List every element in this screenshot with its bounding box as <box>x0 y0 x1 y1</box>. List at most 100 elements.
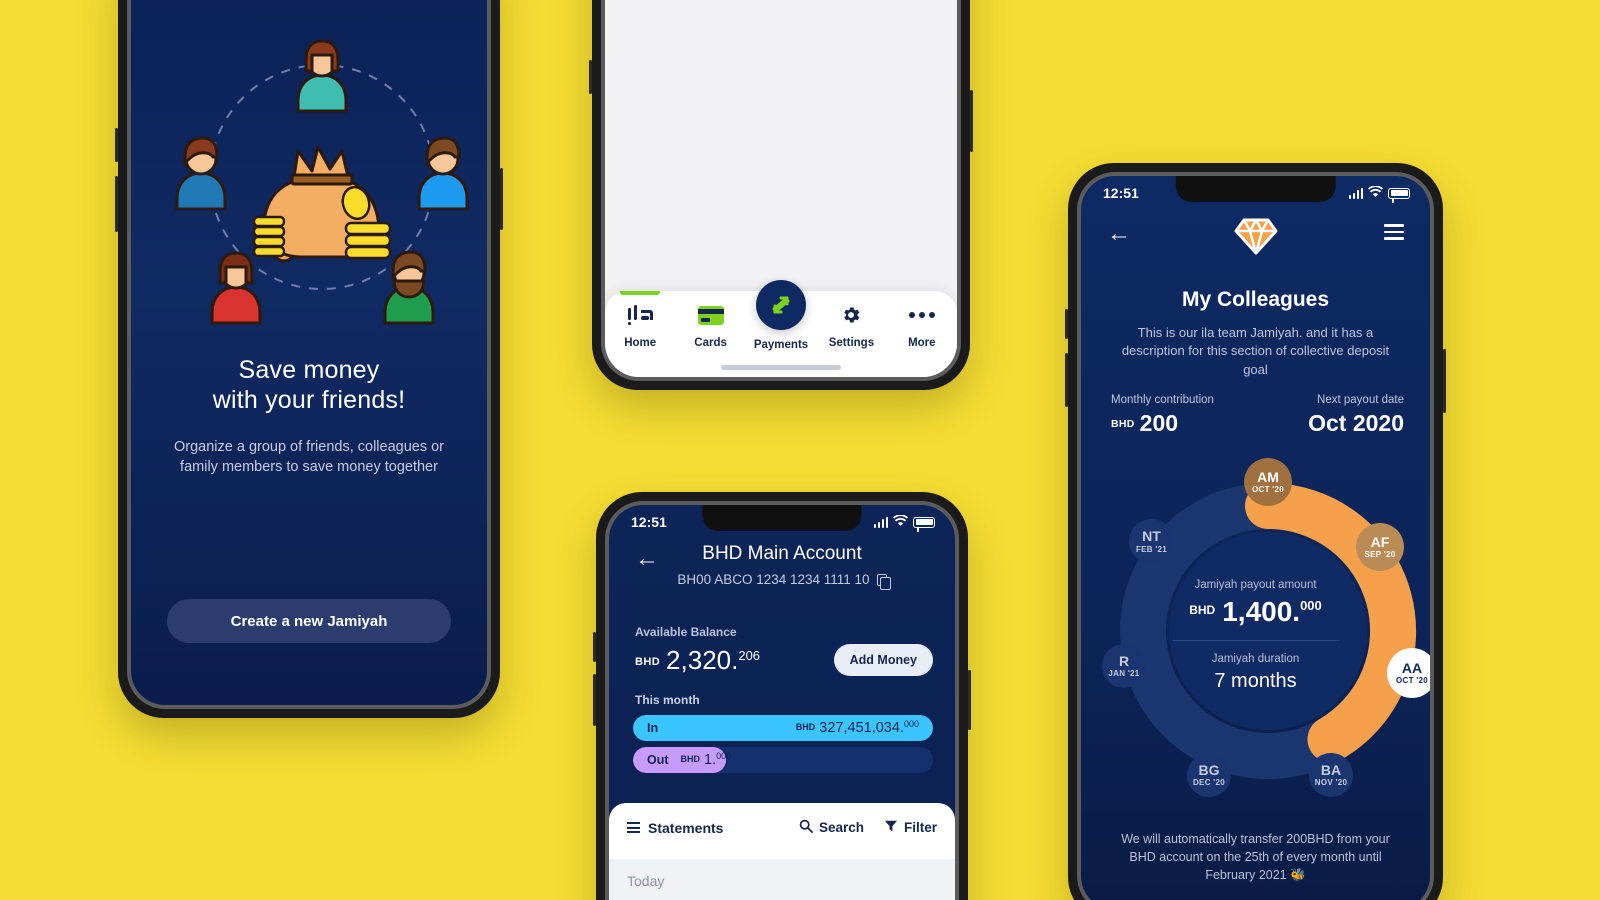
volume-down-button[interactable] <box>593 674 596 726</box>
power-button[interactable] <box>970 90 973 152</box>
bar-out: Out BHD 1. 000 <box>633 747 933 773</box>
account-iban: BH00 ABCO 1234 1234 1111 10 <box>609 572 955 590</box>
phone4-screen: 12:51 ← My Colleagues This is our ila te… <box>1081 176 1430 900</box>
tab-home[interactable]: Home <box>605 302 675 349</box>
signal-icon <box>1348 187 1363 199</box>
next-payout-value: Oct 2020 <box>1308 410 1404 436</box>
member-initials: BA <box>1320 761 1342 778</box>
member-avatar-am[interactable]: AM OCT '20 <box>1244 458 1292 506</box>
ring-center-info: Jamiyah payout amount BHD 1,400. 000 Jam… <box>1148 579 1363 693</box>
filter-button[interactable]: Filter <box>884 819 937 836</box>
tab-cards-label: Cards <box>694 337 727 349</box>
bar-in-amount: BHD 327,451,034. 000 <box>796 719 919 736</box>
volume-down-button[interactable] <box>1065 353 1068 407</box>
balance-amount: 2,320. <box>666 645 739 675</box>
notch <box>702 505 862 531</box>
payout-amount-value: BHD 1,400. 000 <box>1148 596 1363 628</box>
transfer-arrows-icon[interactable] <box>756 280 807 330</box>
balance-row: Available Balance BHD 2,320. 206 Add Mon… <box>635 625 933 676</box>
tab-payments[interactable]: Payments <box>746 280 816 351</box>
balance-decimals: 206 <box>738 648 761 663</box>
member-avatar-aa-current[interactable]: AA OCT '20 <box>1387 648 1430 698</box>
bar-out-currency: BHD <box>680 754 701 764</box>
volume-up-button[interactable] <box>1065 309 1068 339</box>
volume-down-button[interactable] <box>115 176 118 232</box>
monthly-contribution-value: BHD 200 <box>1111 410 1214 437</box>
phone-jamiyah-intro: ← Jamiyah <box>115 0 503 718</box>
member-date: NOV '20 <box>1314 778 1348 788</box>
back-arrow-icon[interactable]: ← <box>635 545 659 573</box>
phone3-screen: 12:51 ← BHD Main Account BH00 ABCO 1234 … <box>609 505 955 900</box>
ila-logo-icon <box>605 302 675 328</box>
power-button[interactable] <box>968 670 971 730</box>
member-avatar-af[interactable]: AF SEP '20 <box>1356 523 1404 571</box>
intro-copy: Save money with your friends! Organize a… <box>131 355 487 477</box>
member-avatar-nt[interactable]: NT FEB '21 <box>1129 519 1174 564</box>
member-date: OCT '20 <box>1395 676 1428 686</box>
volume-up-button[interactable] <box>115 128 118 162</box>
back-arrow-icon[interactable]: ← <box>1107 220 1131 248</box>
member-initials: NT <box>1142 528 1161 545</box>
wifi-icon <box>893 514 908 530</box>
volume-up-button[interactable] <box>589 60 592 94</box>
summary-stats: Monthly contribution BHD 200 Next payout… <box>1111 394 1404 437</box>
gear-icon <box>816 302 886 328</box>
headline-line2: with your friends! <box>212 386 406 414</box>
list-icon <box>627 822 640 833</box>
signal-icon <box>873 516 888 528</box>
create-jamiyah-button[interactable]: Create a new Jamiyah <box>167 599 451 643</box>
member-initials: R <box>1118 652 1130 669</box>
home-indicator <box>721 365 841 370</box>
duration-value: 7 months <box>1214 670 1297 692</box>
statements-list: Today <box>609 859 955 900</box>
available-balance-label: Available Balance <box>635 625 737 639</box>
hamburger-list-icon[interactable] <box>1384 224 1404 240</box>
member-avatar-ba[interactable]: BA NOV '20 <box>1309 753 1353 797</box>
page-description: This is our ila team Jamiyah. and it has… <box>1121 325 1390 377</box>
bar-out-label: Out <box>647 753 669 767</box>
monthly-contribution-label: Monthly contribution <box>1111 394 1214 406</box>
member-date: DEC '20 <box>1192 778 1225 788</box>
ellipsis-icon <box>887 302 957 328</box>
search-button[interactable]: Search <box>799 819 864 836</box>
search-label: Search <box>818 820 864 835</box>
bar-out-value: 1. <box>704 752 717 768</box>
account-title: BHD Main Account <box>702 543 862 564</box>
copy-icon[interactable] <box>876 573 891 590</box>
member-date: JAN '21 <box>1108 669 1140 679</box>
add-money-button[interactable]: Add Money <box>833 644 933 676</box>
tab-cards[interactable]: Cards <box>675 302 745 349</box>
member-avatar-bg[interactable]: BG DEC '20 <box>1187 753 1231 797</box>
phone1-screen: ← Jamiyah <box>131 0 487 705</box>
member-initials: AF <box>1370 533 1390 550</box>
next-payout-date: Next payout date Oct 2020 <box>1308 394 1404 437</box>
savings-illustration <box>131 27 487 327</box>
power-button[interactable] <box>1443 349 1446 413</box>
phone-bezel: 12:51 ← My Colleagues This is our ila te… <box>1077 172 1434 900</box>
phone-bezel: ← Jamiyah <box>127 0 491 709</box>
iban-value: BH00 ABCO 1234 1234 1111 10 <box>677 572 870 587</box>
filter-label: Filter <box>903 820 937 835</box>
tab-more[interactable]: More <box>887 302 957 349</box>
this-month-label: This month <box>635 693 700 707</box>
statements-label: Statements <box>648 819 724 836</box>
phone-bezel: USD 2,000. Euro Account › <box>601 0 961 381</box>
jamiyah-progress-ring: Jamiyah payout amount BHD 1,400. 000 Jam… <box>1081 456 1430 816</box>
power-button[interactable] <box>500 168 503 230</box>
tab-settings[interactable]: Settings <box>816 302 886 349</box>
bar-in-decimals: 000 <box>903 719 919 729</box>
headline-line1: Save money <box>238 356 380 384</box>
member-avatar-r[interactable]: R JAN '21 <box>1102 644 1146 688</box>
statements-toolbar: Statements Search Filter <box>609 803 955 850</box>
bar-out-amount: BHD 1. 000 <box>680 751 732 768</box>
search-icon <box>799 819 813 836</box>
phone3-header: ← BHD Main Account BH00 ABCO 1234 1234 1… <box>609 543 955 590</box>
monthly-currency: BHD <box>1111 418 1135 430</box>
page-title: My Colleagues <box>1181 288 1330 311</box>
member-initials: AM <box>1257 468 1279 485</box>
statements-title: Statements <box>627 820 723 836</box>
volume-up-button[interactable] <box>593 632 596 662</box>
phone-my-colleagues: 12:51 ← My Colleagues This is our ila te… <box>1065 163 1446 900</box>
member-date: OCT '20 <box>1251 485 1284 495</box>
credit-card-icon <box>675 302 745 328</box>
